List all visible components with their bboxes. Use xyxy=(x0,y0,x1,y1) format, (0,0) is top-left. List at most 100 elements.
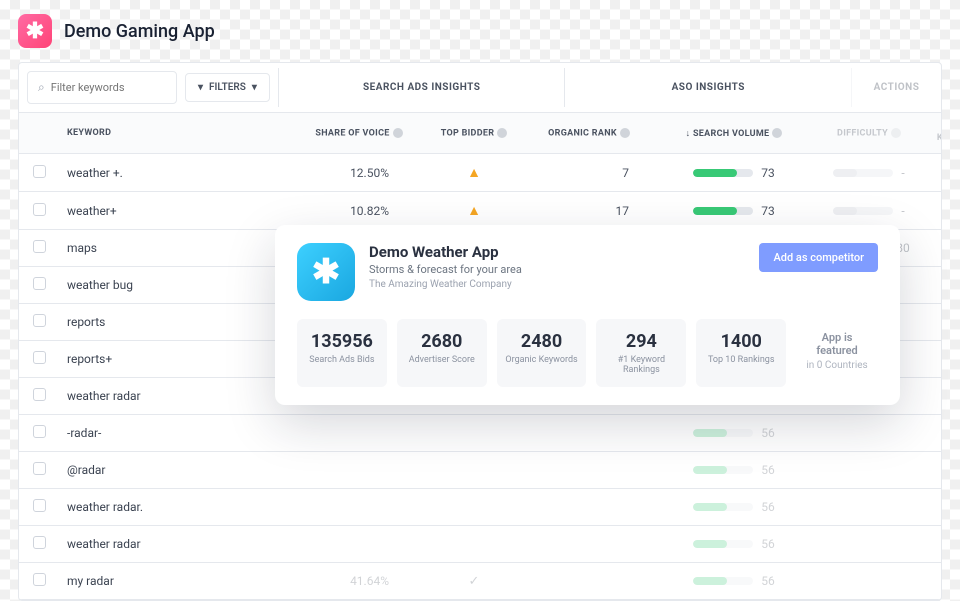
row-checkbox[interactable] xyxy=(33,462,46,475)
organic-cell: 7 xyxy=(529,156,649,190)
organic-cell xyxy=(529,460,649,480)
track-cell: + xyxy=(919,267,942,303)
search-icon: ⌕ xyxy=(38,80,45,95)
col-top-bidder[interactable]: TOP BIDDER xyxy=(419,118,529,148)
warning-icon: ▲ xyxy=(467,203,481,219)
row-checkbox[interactable] xyxy=(33,277,46,290)
volume-cell: 56 xyxy=(649,490,819,524)
track-cell: + xyxy=(919,415,942,451)
top-bidder-cell xyxy=(419,497,529,517)
add-competitor-button[interactable]: Add as competitor xyxy=(759,243,878,272)
table-row[interactable]: my radar 41.64% ✓ 56 + xyxy=(19,563,941,600)
share-cell xyxy=(299,460,419,480)
stat-card: 2680Advertiser Score xyxy=(397,319,487,387)
app-logo-icon: ✱ xyxy=(18,14,52,48)
competitor-app-icon: ✱ xyxy=(297,243,355,301)
row-checkbox[interactable] xyxy=(33,425,46,438)
row-checkbox[interactable] xyxy=(33,499,46,512)
competitor-subtitle: Storms & forecast for your area xyxy=(369,263,522,276)
row-checkbox[interactable] xyxy=(33,536,46,549)
share-cell xyxy=(299,534,419,554)
filters-button[interactable]: ▾ FILTERS ▾ xyxy=(185,73,270,102)
stat-label: Search Ads Bids xyxy=(305,355,379,365)
section-search-ads: SEARCH ADS INSIGHTS xyxy=(278,68,565,107)
col-volume[interactable]: ↓ SEARCH VOLUME xyxy=(649,118,819,149)
track-cell: + xyxy=(919,563,942,599)
table-row[interactable]: -radar- 56 + xyxy=(19,415,941,452)
table-row[interactable]: weather radar 56 + xyxy=(19,526,941,563)
col-difficulty[interactable]: DIFFICULTY xyxy=(819,118,919,148)
chevron-down-icon: ▾ xyxy=(252,82,257,93)
toolbar: ⌕ ▾ FILTERS ▾ SEARCH ADS INSIGHTS ASO IN… xyxy=(19,63,941,113)
share-cell xyxy=(299,423,419,443)
check-icon: ✓ xyxy=(469,574,480,589)
keyword-cell: my radar xyxy=(59,564,299,598)
filter-icon: ▾ xyxy=(198,82,203,93)
info-icon xyxy=(891,128,901,138)
organic-cell xyxy=(529,534,649,554)
keyword-cell: @radar xyxy=(59,453,299,487)
keyword-cell: weather radar xyxy=(59,379,299,413)
share-cell: 41.64% xyxy=(299,564,419,598)
difficulty-cell xyxy=(819,534,919,554)
table-row[interactable]: @radar 56 + xyxy=(19,452,941,489)
table-row[interactable]: weather radar. 56 + xyxy=(19,489,941,526)
search-input-wrap[interactable]: ⌕ xyxy=(27,71,177,104)
track-cell: + xyxy=(919,452,942,488)
track-cell: + xyxy=(919,341,942,377)
top-bidder-cell xyxy=(419,460,529,480)
competitor-stats: 135956Search Ads Bids2680Advertiser Scor… xyxy=(297,319,878,387)
app-header: ✱ Demo Gaming App xyxy=(0,0,960,62)
stat-card: 1400Top 10 Rankings xyxy=(696,319,786,387)
share-cell: 12.50% xyxy=(299,156,419,190)
col-organic[interactable]: ORGANIC RANK xyxy=(529,118,649,148)
row-checkbox[interactable] xyxy=(33,573,46,586)
row-checkbox[interactable] xyxy=(33,165,46,178)
share-cell: 10.82% xyxy=(299,194,419,228)
keyword-cell: weather radar xyxy=(59,527,299,561)
row-checkbox[interactable] xyxy=(33,203,46,216)
featured-info: App is featuredin 0 Countries xyxy=(796,319,878,387)
stat-number: 2480 xyxy=(505,331,579,352)
volume-cell: 73 xyxy=(649,194,819,228)
col-track[interactable]: TRACK KEYWORD xyxy=(919,113,942,153)
app-title: Demo Gaming App xyxy=(64,21,215,42)
top-bidder-cell: ✓ xyxy=(419,564,529,599)
volume-cell: 56 xyxy=(649,416,819,450)
section-aso: ASO INSIGHTS xyxy=(564,68,851,107)
keyword-cell: reports xyxy=(59,305,299,339)
info-icon xyxy=(620,128,630,138)
competitor-company: The Amazing Weather Company xyxy=(369,279,522,290)
stat-card: 294#1 Keyword Rankings xyxy=(596,319,686,387)
stat-card: 135956Search Ads Bids xyxy=(297,319,387,387)
search-input[interactable] xyxy=(51,81,166,94)
volume-cell: 56 xyxy=(649,527,819,561)
keyword-cell: reports+ xyxy=(59,342,299,376)
col-keyword[interactable]: KEYWORD xyxy=(59,118,299,148)
track-cell: + xyxy=(919,526,942,562)
keyword-cell: weather+ xyxy=(59,194,299,228)
volume-cell: 73 xyxy=(649,156,819,190)
info-icon xyxy=(393,128,403,138)
competitor-title: Demo Weather App xyxy=(369,243,522,261)
competitor-popover: ✱ Demo Weather App Storms & forecast for… xyxy=(275,225,900,405)
row-checkbox[interactable] xyxy=(33,240,46,253)
stat-label: Top 10 Rankings xyxy=(704,355,778,365)
volume-cell: 56 xyxy=(649,453,819,487)
col-share[interactable]: SHARE OF VOICE xyxy=(299,118,419,148)
info-icon xyxy=(772,128,782,138)
stat-label: Organic Keywords xyxy=(505,355,579,365)
stat-number: 2680 xyxy=(405,331,479,352)
table-row[interactable]: weather +. 12.50% ▲ 7 73 - + xyxy=(19,154,941,192)
track-cell: + xyxy=(919,230,942,266)
row-checkbox[interactable] xyxy=(33,388,46,401)
info-icon xyxy=(497,128,507,138)
keyword-cell: weather bug xyxy=(59,268,299,302)
organic-cell: 17 xyxy=(529,194,649,228)
warning-icon: ▲ xyxy=(467,165,481,181)
organic-cell xyxy=(529,571,649,591)
track-cell: + xyxy=(919,193,942,229)
row-checkbox[interactable] xyxy=(33,351,46,364)
row-checkbox[interactable] xyxy=(33,314,46,327)
share-cell xyxy=(299,497,419,517)
